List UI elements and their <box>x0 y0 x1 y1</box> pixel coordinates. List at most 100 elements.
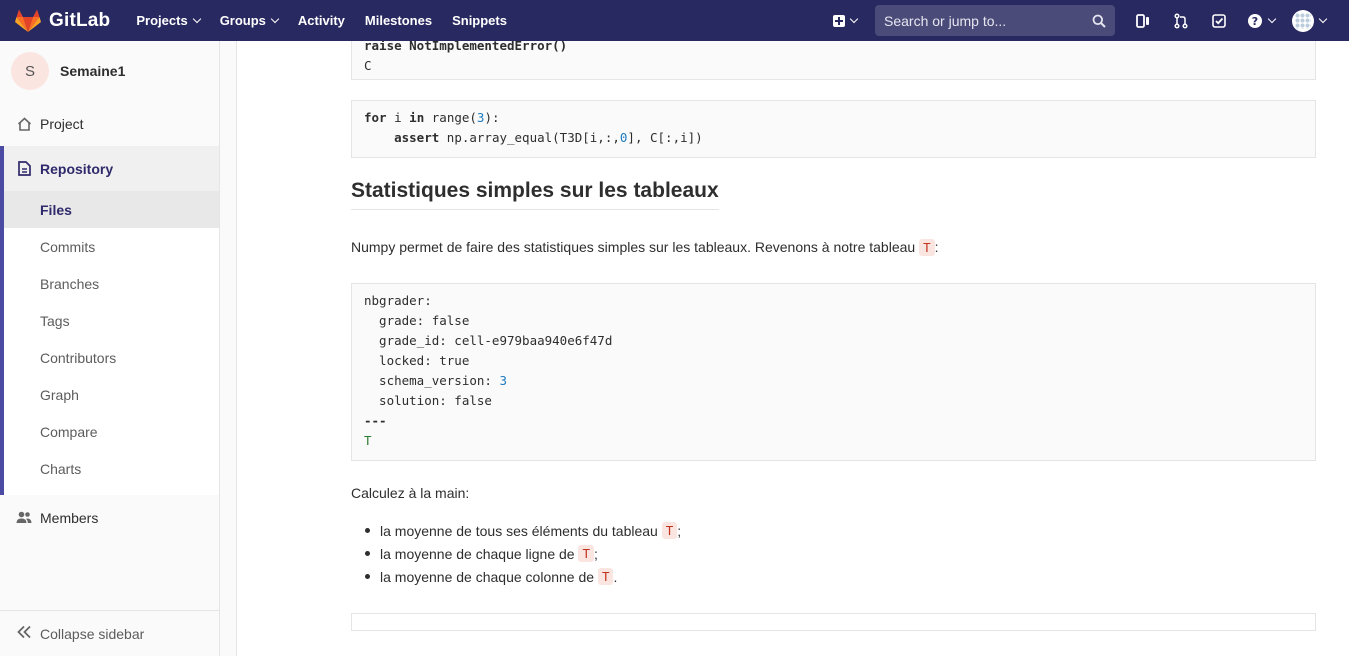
sidebar-item-members[interactable]: Members <box>0 495 219 540</box>
code-token: np.array_equal(T3D[i,:, <box>446 130 620 145</box>
main-nav: Projects Groups Activity Milestones Snip… <box>126 0 517 41</box>
list-item: la moyenne de tous ses éléments du table… <box>365 519 681 542</box>
intro-paragraph: Numpy permet de faire des statistiques s… <box>351 239 939 256</box>
todos-button[interactable] <box>1205 7 1233 35</box>
code-cell-output-partial: raise NotImplementedError() C <box>351 41 1316 80</box>
list-item-end: . <box>613 568 618 585</box>
calc-label: Calculez à la main: <box>351 485 470 501</box>
chevron-down-icon <box>1267 14 1277 23</box>
double-chevron-left-icon <box>16 625 32 642</box>
home-icon <box>16 116 32 132</box>
help-button[interactable]: ? <box>1243 7 1279 35</box>
nav-activity[interactable]: Activity <box>288 0 355 41</box>
nav-groups[interactable]: Groups <box>210 0 288 41</box>
code-separator: --- <box>364 413 387 428</box>
issues-button[interactable] <box>1129 7 1157 35</box>
question-icon: ? <box>1248 13 1262 28</box>
inline-code: T <box>661 522 678 539</box>
intro-text: Numpy permet de faire des statistiques s… <box>351 239 916 255</box>
list-item: la moyenne de chaque ligne de T; <box>365 542 681 565</box>
sidebar-item-label: Members <box>40 509 99 526</box>
code-keyword: assert <box>394 130 440 145</box>
search-input[interactable]: Search or jump to... <box>875 5 1115 36</box>
intro-end: : <box>934 239 939 255</box>
code-line: grade_id: cell-e979baa940e6f47d <box>364 333 613 348</box>
user-menu-button[interactable] <box>1289 7 1329 35</box>
header-tools: Search or jump to... ? <box>833 0 1349 41</box>
collapse-sidebar-button[interactable]: Collapse sidebar <box>0 610 219 656</box>
issues-icon <box>1136 13 1149 28</box>
brand-name: GitLab <box>49 9 111 31</box>
project-sidebar: S Semaine1 Project Repository Files Comm… <box>0 41 220 656</box>
merge-request-icon <box>1174 12 1188 29</box>
code-line: raise NotImplementedError() <box>364 41 568 53</box>
collapse-sidebar-label: Collapse sidebar <box>40 625 145 642</box>
code-line: schema_version: <box>364 373 500 388</box>
sidebar-item-label: Repository <box>40 160 114 177</box>
inline-code: T <box>919 239 935 256</box>
chevron-down-icon <box>849 14 859 23</box>
inline-code: T <box>597 568 614 585</box>
code-line: nbgrader: <box>364 293 432 308</box>
section-heading: Statistiques simples sur les tableaux <box>351 179 719 210</box>
code-keyword: for <box>364 110 387 125</box>
code-keyword: in <box>409 110 425 125</box>
notebook-viewer: raise NotImplementedError() C for i in r… <box>236 41 1349 656</box>
nav-snippets[interactable]: Snippets <box>442 0 517 41</box>
document-icon <box>16 161 32 177</box>
sidebar-item-branches[interactable]: Branches <box>4 265 219 302</box>
code-token: ], C[:,i]) <box>627 130 703 145</box>
sidebar-item-graph[interactable]: Graph <box>4 376 219 413</box>
code-token: ): <box>484 110 500 125</box>
sidebar-item-files[interactable]: Files <box>4 191 219 228</box>
sidebar-item-contributors[interactable]: Contributors <box>4 339 219 376</box>
nav-projects[interactable]: Projects <box>126 0 209 41</box>
nav-projects-label: Projects <box>136 13 188 28</box>
gitlab-logo[interactable]: GitLab <box>15 9 110 33</box>
plus-square-icon <box>833 14 845 27</box>
chevron-down-icon <box>192 14 201 23</box>
sidebar-project-header[interactable]: S Semaine1 <box>0 41 219 101</box>
code-line: T <box>364 433 372 448</box>
new-dropdown-button[interactable] <box>833 14 859 27</box>
code-number: 3 <box>499 373 507 388</box>
users-icon <box>16 510 32 526</box>
project-avatar: S <box>11 52 49 90</box>
list-item-text: la moyenne de chaque ligne de <box>380 545 575 562</box>
nav-groups-label: Groups <box>219 13 266 28</box>
code-token: i <box>394 110 402 125</box>
nav-milestones[interactable]: Milestones <box>355 0 442 41</box>
merge-requests-button[interactable] <box>1167 7 1195 35</box>
list-item-text: la moyenne de chaque colonne de <box>380 568 595 585</box>
sidebar-item-label: Project <box>40 115 84 132</box>
code-line: C <box>364 58 372 73</box>
task-list: la moyenne de tous ses éléments du table… <box>365 519 681 588</box>
search-icon <box>1092 14 1106 28</box>
sidebar-item-project[interactable]: Project <box>0 101 219 146</box>
top-navbar: GitLab Projects Groups Activity Mileston… <box>0 0 1349 41</box>
sidebar-item-charts[interactable]: Charts <box>4 450 219 487</box>
sidebar-repository-group: Repository Files Commits Branches Tags C… <box>0 146 219 495</box>
code-cell: for i in range(3): assert np.array_equal… <box>351 100 1316 158</box>
code-token: range( <box>431 110 477 125</box>
user-avatar <box>1292 9 1314 32</box>
code-line: locked: true <box>364 353 470 368</box>
project-name: Semaine1 <box>60 63 126 79</box>
list-item-end: ; <box>677 522 682 539</box>
code-cell-empty <box>351 613 1316 631</box>
repository-submenu: Files Commits Branches Tags Contributors… <box>4 191 219 495</box>
svg-text:?: ? <box>1252 15 1258 28</box>
sidebar-item-repository[interactable]: Repository <box>4 146 219 191</box>
search-placeholder: Search or jump to... <box>884 12 1007 29</box>
list-item: la moyenne de chaque colonne de T. <box>365 565 681 588</box>
sidebar-item-compare[interactable]: Compare <box>4 413 219 450</box>
code-line: solution: false <box>364 393 492 408</box>
list-item-text: la moyenne de tous ses éléments du table… <box>380 522 658 539</box>
chevron-down-icon <box>270 14 280 23</box>
code-line: grade: false <box>364 313 470 328</box>
todo-check-icon <box>1212 13 1226 28</box>
sidebar-item-tags[interactable]: Tags <box>4 302 219 339</box>
sidebar-item-commits[interactable]: Commits <box>4 228 219 265</box>
cell-metadata-block: nbgrader: grade: false grade_id: cell-e9… <box>351 283 1316 461</box>
inline-code: T <box>578 545 595 562</box>
